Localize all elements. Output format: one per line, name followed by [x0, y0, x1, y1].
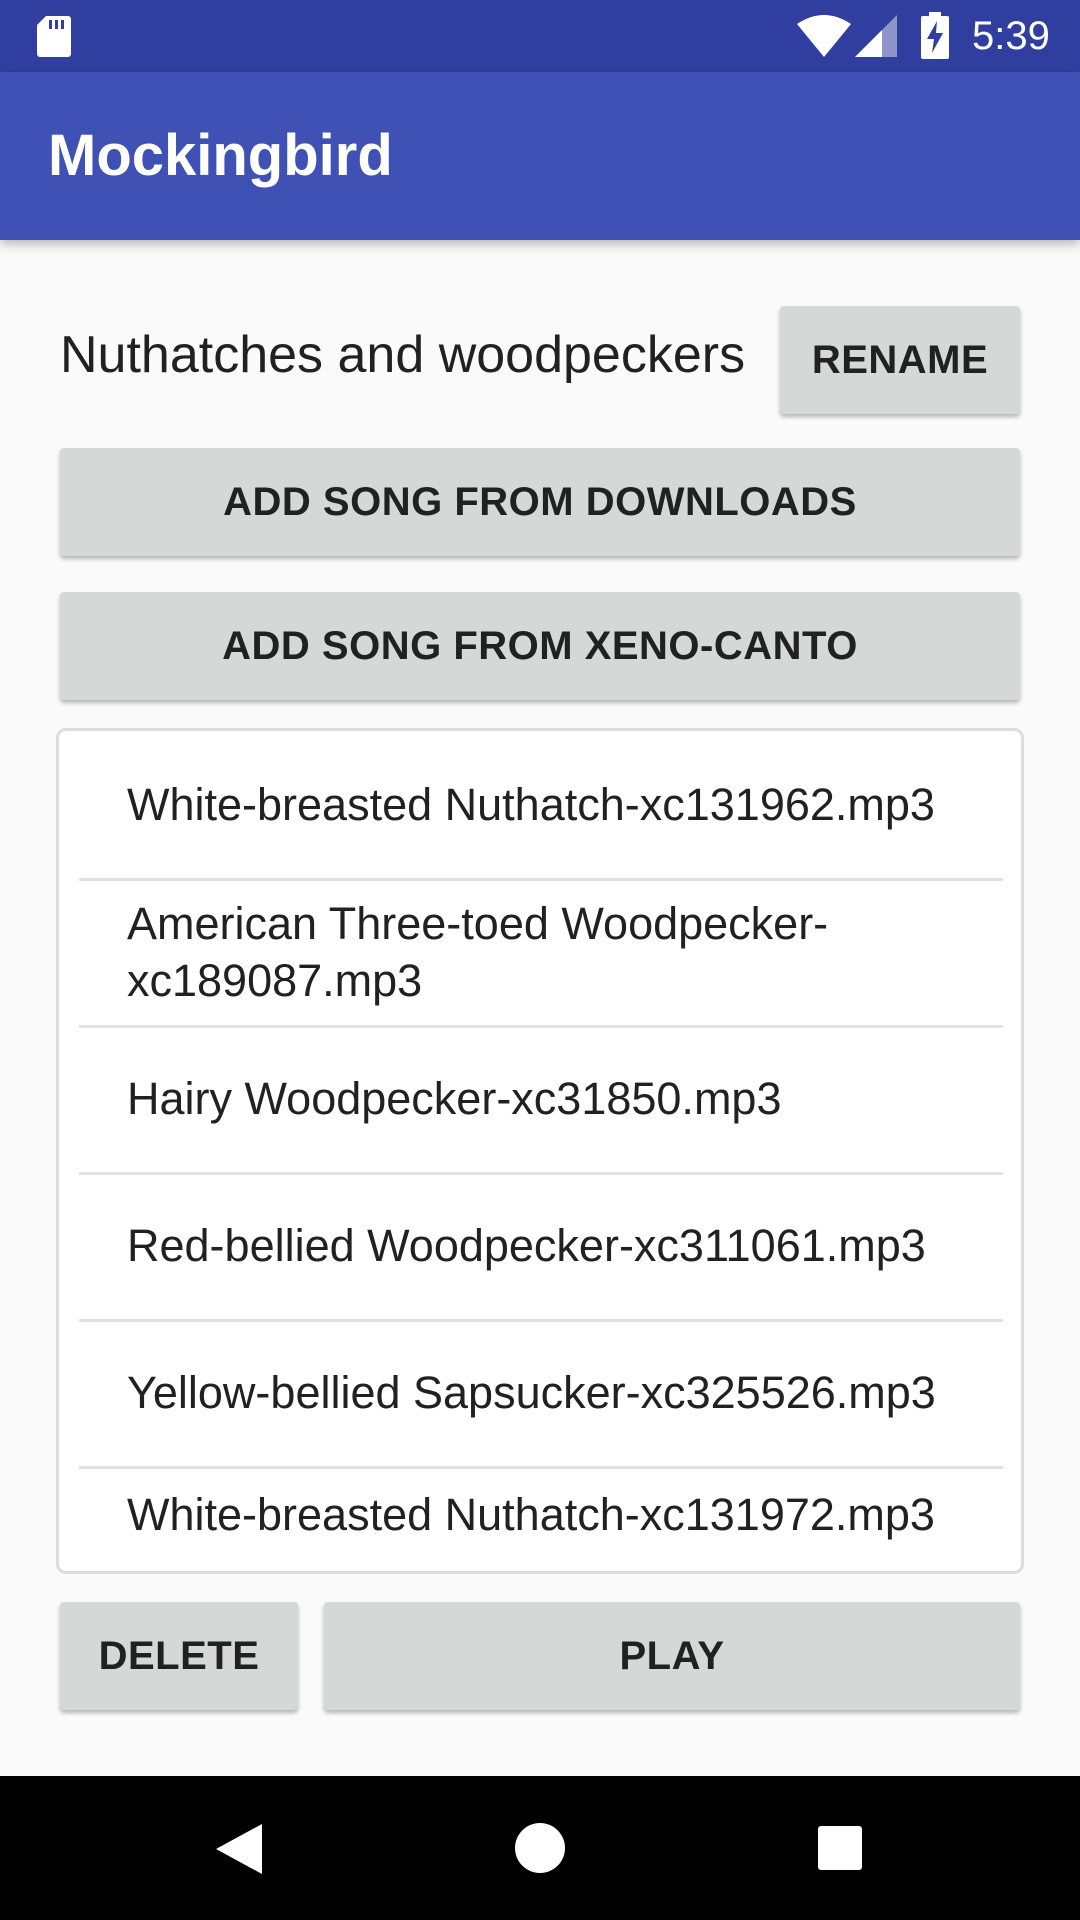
play-button[interactable]: PLAY	[324, 1602, 1020, 1710]
add-song-from-downloads-button[interactable]: ADD SONG FROM DOWNLOADS	[60, 448, 1020, 556]
song-list-item[interactable]: Red-bellied Woodpecker-xc311061.mp3	[59, 1172, 1021, 1319]
add-song-from-xeno-canto-button[interactable]: ADD SONG FROM XENO-CANTO	[60, 592, 1020, 700]
app-bar: Mockingbird	[0, 72, 1080, 240]
song-title: Red-bellied Woodpecker-xc311061.mp3	[127, 1220, 926, 1271]
song-list-item[interactable]: Hairy Woodpecker-xc31850.mp3	[59, 1025, 1021, 1172]
home-icon[interactable]	[514, 1822, 566, 1874]
song-title: White-breasted Nuthatch-xc131972.mp3	[127, 1489, 935, 1540]
song-list-item[interactable]: White-breasted Nuthatch-xc131962.mp3	[59, 731, 1021, 878]
song-title: Yellow-bellied Sapsucker-xc325526.mp3	[127, 1367, 936, 1418]
playlist-name: Nuthatches and woodpeckers	[60, 326, 746, 384]
status-time: 5:39	[972, 14, 1050, 58]
navigation-bar	[0, 1776, 1080, 1920]
song-list-item[interactable]: American Three-toed Woodpecker-xc189087.…	[59, 878, 1021, 1025]
song-title: Hairy Woodpecker-xc31850.mp3	[127, 1073, 782, 1124]
recent-apps-icon[interactable]	[818, 1826, 862, 1870]
status-bar: 5:39	[0, 0, 1080, 72]
cell-signal-icon	[855, 15, 897, 57]
rename-button[interactable]: RENAME	[780, 306, 1020, 414]
back-icon[interactable]	[212, 1822, 266, 1876]
playlist-screen: Nuthatches and woodpeckers RENAME ADD SO…	[0, 240, 1080, 1776]
battery-charging-icon	[921, 12, 949, 59]
song-list-item[interactable]: White-breasted Nuthatch-xc131972.mp3	[59, 1466, 1021, 1571]
song-list-item[interactable]: Yellow-bellied Sapsucker-xc325526.mp3	[59, 1319, 1021, 1466]
song-list[interactable]: White-breasted Nuthatch-xc131962.mp3 Ame…	[56, 728, 1024, 1574]
song-title: White-breasted Nuthatch-xc131962.mp3	[127, 779, 935, 830]
delete-button[interactable]: DELETE	[60, 1602, 298, 1710]
sd-card-icon	[37, 16, 71, 57]
app-title: Mockingbird	[48, 123, 393, 188]
song-title: American Three-toed Woodpecker-xc189087.…	[127, 897, 829, 1006]
wifi-icon	[797, 15, 851, 57]
